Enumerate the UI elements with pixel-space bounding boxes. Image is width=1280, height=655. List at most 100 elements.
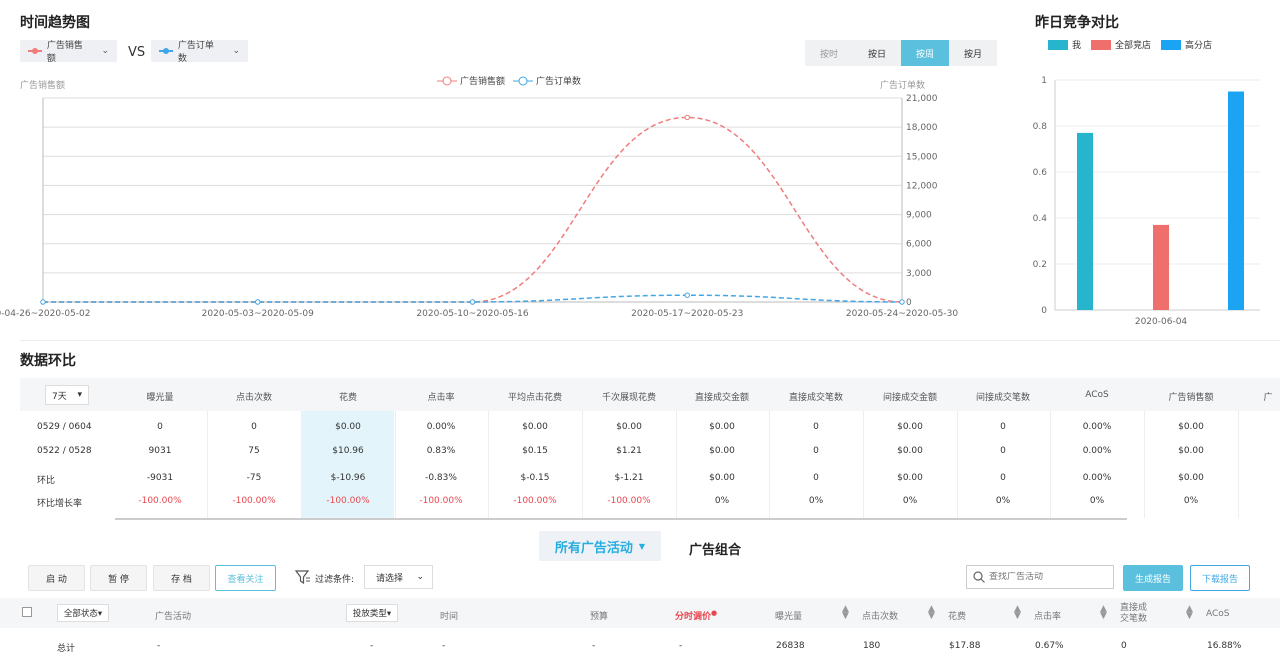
table-cell: 0% [808,496,824,506]
table-cell: $0.00 [897,446,923,456]
table-cell: 0 [1000,473,1006,483]
generate-report-button[interactable]: 生成报告 [1123,565,1183,591]
granularity-week[interactable]: 按周 [901,40,949,66]
period-select[interactable]: 7天 ▾ [45,385,89,405]
caret-down-icon: ▾ [77,390,82,400]
table-cell: 75 [248,446,260,456]
granularity-hour[interactable]: 按时 [805,40,853,66]
table-cell: $-10.96 [330,473,366,483]
select-all-checkbox[interactable] [22,607,32,617]
table-cell: $0.00 [1178,422,1204,432]
col-spend: 花费 [948,612,967,622]
legend-orders-icon [513,76,534,85]
table-cell: 0 [813,446,819,456]
data-point [469,299,476,305]
y-tick-label: 0.6 [1033,168,1048,178]
table-cell: 0 [251,422,257,432]
legend-label: 高分店 [1185,41,1213,51]
col-direct-orders: 直接成 交笔数 [1120,603,1147,625]
table-cell: 0.83% [426,446,456,456]
right-metric-select[interactable]: 广告订单数 ⌄ [151,40,248,64]
column-header: 直接成交笔数 [788,393,843,403]
table-cell: -100.00% [607,496,651,506]
legend-swatch [1091,39,1112,50]
column-divider [1050,411,1051,518]
y-tick-label: 0.2 [1033,260,1047,270]
data-point [40,299,46,305]
watch-button[interactable]: 查看关注 [215,565,276,591]
x-tick-label: 2020-05-24~2020-05-30 [846,309,958,319]
type-filter[interactable]: 投放类型▾ [346,604,398,622]
search-icon [973,571,985,583]
total-impressions: 26838 [776,641,805,651]
y-tick-label: 9,000 [906,211,932,221]
table-cell: $0.00 [1178,473,1204,483]
start-button[interactable]: 启 动 [28,565,85,591]
line-dot-icon [159,48,173,54]
total-acos: 16.88% [1207,641,1242,651]
col-impressions: 曝光量 [775,612,803,622]
granularity-day[interactable]: 按日 [853,40,901,66]
x-tick-label: 2020-05-10~2020-05-16 [416,309,528,319]
table-cell: -100.00% [513,496,557,506]
total-ctr: 0.67% [1035,641,1064,651]
col-clicks: 点击次数 [862,612,899,622]
tab-ad-groups[interactable]: 广告组合 [689,539,741,558]
bar-高分店 [1228,91,1244,310]
legend-label: 全部竞店 [1115,41,1152,51]
table-cell: $10.96 [332,446,364,456]
table-scrollbar[interactable] [115,518,1127,520]
table-cell: $0.00 [897,422,923,432]
y-tick-label: 6,000 [906,240,932,250]
tab-all-campaigns[interactable]: 所有广告活动 ▼ [539,531,661,561]
column-divider [863,411,864,518]
total-label: 总计 [57,644,76,654]
table-cell: $0.00 [1178,446,1204,456]
sort-icon[interactable]: ▲ ▼ [842,605,849,621]
table-cell: $0.00 [709,446,735,456]
left-metric-select[interactable]: 广告销售额 ⌄ [20,40,117,64]
table-cell: 0% [995,496,1011,506]
granularity-month[interactable]: 按月 [949,40,997,66]
search-box [966,565,1114,589]
data-point [899,299,905,305]
column-divider [488,411,489,518]
caret-down-icon: ▼ [638,541,646,551]
column-divider [676,411,677,518]
column-divider [395,411,396,518]
legend-swatch [1048,39,1068,50]
pause-button[interactable]: 暂 停 [90,565,147,591]
column-header: 间接成交笔数 [975,393,1030,403]
trend-title: 时间趋势图 [20,15,90,31]
table-cell: -9031 [146,473,174,483]
y-tick-label: 0 [906,298,912,308]
table-cell: $0.00 [522,422,548,432]
total-orders: 0 [1121,641,1127,651]
table-cell: 0 [813,473,819,483]
table-cell: $0.00 [709,473,735,483]
table-cell: $-1.21 [614,473,644,483]
col-acos: ACoS [1206,609,1230,619]
legend-swatch [1161,39,1182,50]
archive-button[interactable]: 存 档 [153,565,210,591]
table-cell: 0% [1183,496,1199,506]
total-budget: - [592,641,596,651]
row-label: 0529 / 0604 [37,422,92,432]
y-tick-label: 15,000 [906,152,938,162]
sort-icon[interactable]: ▲ ▼ [928,605,935,621]
search-input[interactable] [989,572,1109,582]
data-point [684,292,690,298]
status-filter[interactable]: 全部状态▾ [57,604,109,622]
filter-label: 过滤条件: [315,575,355,585]
filter-select[interactable]: 请选择 ⌄ [364,565,433,589]
col-hourly: 分时调价● [675,609,717,622]
download-report-button[interactable]: 下载报告 [1190,565,1250,591]
sort-icon[interactable]: ▲ ▼ [1100,605,1107,621]
y-tick-label: 3,000 [906,269,932,279]
sort-icon[interactable]: ▲ ▼ [1186,605,1193,621]
column-header: 平均点击花费 [507,393,562,403]
filter-icon [295,570,310,585]
table-cell: $0.00 [897,473,923,483]
tab-all-campaigns-label: 所有广告活动 [554,540,633,556]
sort-icon[interactable]: ▲ ▼ [1014,605,1021,621]
